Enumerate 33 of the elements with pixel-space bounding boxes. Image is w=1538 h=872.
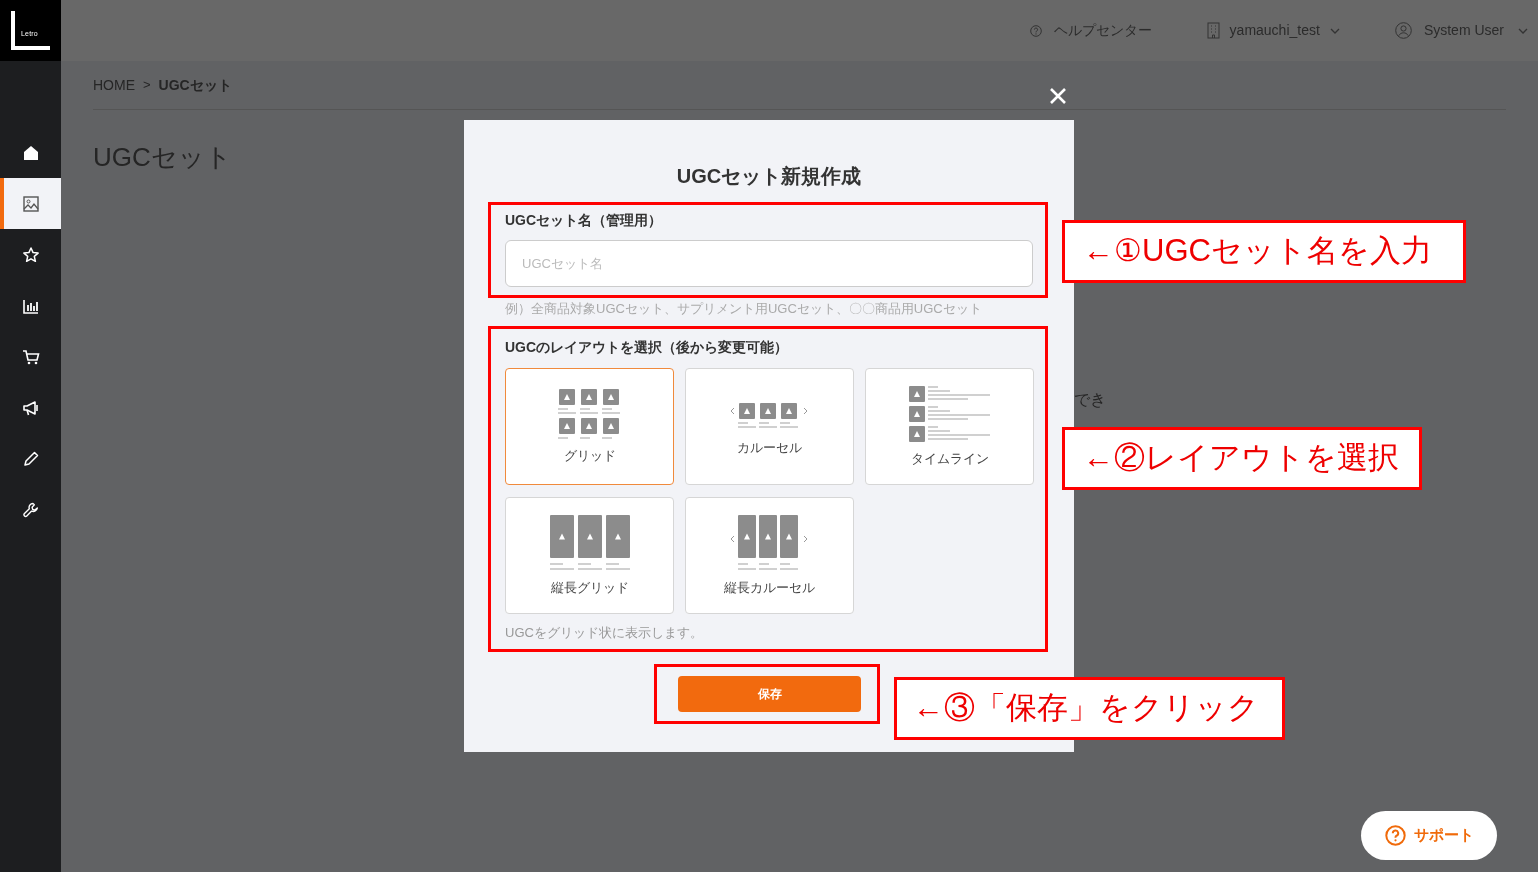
layout-option-card[interactable]: カルーセル	[685, 368, 854, 485]
breadcrumb-separator: >	[143, 76, 151, 95]
user-icon	[1394, 22, 1412, 39]
annotation-callout: ←①UGCセット名を入力	[1062, 220, 1466, 283]
pencil-icon	[21, 449, 40, 468]
close-icon	[1049, 87, 1067, 105]
chevron-down-icon	[1518, 27, 1528, 34]
breadcrumb-current: UGCセット	[158, 75, 232, 95]
layout-option-card[interactable]: 縦長グリッド	[505, 497, 674, 614]
name-input-field[interactable]: UGCセット名	[505, 240, 1033, 287]
megaphone-icon	[21, 398, 40, 417]
layout-option-card[interactable]: 縦長カルーセル	[685, 497, 854, 614]
grid-layout-drawing	[557, 388, 622, 439]
section-label: UGCのレイアウトを選択（後から変更可能）	[505, 338, 789, 357]
field-label: UGCセット名（管理用）	[505, 211, 663, 230]
annotation-callout: ←③「保存」をクリック	[894, 677, 1285, 740]
help-icon	[1029, 24, 1042, 37]
close-button[interactable]	[1048, 86, 1068, 106]
layout-option-card[interactable]: タイムライン	[865, 368, 1034, 485]
background-text: でき	[1074, 390, 1106, 410]
layout-description: UGCをグリッド状に表示します。	[505, 624, 704, 642]
star-icon	[21, 245, 40, 264]
annotation-callout: ←②レイアウトを選択	[1062, 427, 1422, 490]
image-icon	[21, 194, 40, 213]
page-title: UGCセット	[93, 141, 232, 174]
layout-option-card[interactable]: グリッド	[505, 368, 674, 485]
chevron-down-icon	[1329, 27, 1340, 34]
building-icon	[1206, 22, 1220, 39]
home-icon	[21, 143, 40, 162]
cart-icon	[21, 347, 40, 366]
modal-title: UGCセット新規作成	[675, 164, 863, 189]
help-icon	[1384, 825, 1406, 846]
wrench-icon	[21, 500, 40, 519]
